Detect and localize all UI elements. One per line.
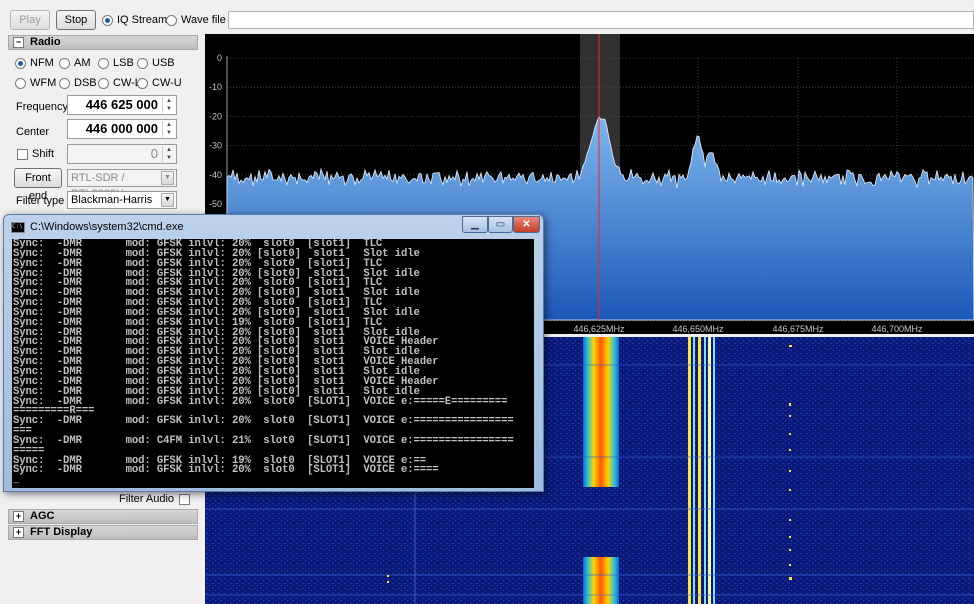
front-end-button[interactable]: Front end	[14, 168, 62, 202]
mode-label: AM	[74, 57, 91, 69]
spin-arrows-icon[interactable]: ▲ ▼	[162, 97, 175, 113]
collapse-minus-icon: −	[13, 37, 24, 48]
device-select[interactable]: RTL-SDR / RTL2832U▼	[67, 169, 177, 200]
frequency-axis-label: 446,650MHz	[672, 324, 724, 334]
frequency-axis-label: 446,700MHz	[871, 324, 923, 334]
radio-dot-icon	[59, 77, 70, 89]
mode-label: DSB	[74, 77, 97, 89]
dmr-signal-trace	[583, 557, 619, 604]
minimize-button[interactable]: ▁	[462, 216, 488, 233]
radio-section-header[interactable]: − Radio	[8, 35, 198, 50]
checkbox-icon	[17, 148, 28, 160]
checkbox-icon	[179, 493, 191, 505]
cmd-window[interactable]: C:\ C:\Windows\system32\cmd.exe ▁ ▭ ✕ Sy…	[3, 214, 544, 492]
filter-type-label: Filter type	[16, 195, 65, 207]
close-button[interactable]: ✕	[513, 216, 540, 233]
cmd-window-title: C:\Windows\system32\cmd.exe	[30, 221, 184, 233]
db-axis-label: -50	[209, 199, 222, 209]
mode-radio-nfm[interactable]: NFM	[15, 57, 54, 69]
play-button[interactable]: Play	[10, 10, 50, 30]
mode-radio-cw-l[interactable]: CW-L	[98, 77, 141, 89]
mode-radio-am[interactable]: AM	[59, 57, 91, 69]
radio-dot-icon	[166, 14, 177, 26]
frequency-value: 446 625 000	[85, 97, 158, 112]
spin-arrows-icon[interactable]: ▲ ▼	[162, 146, 175, 162]
filter-audio-checkbox[interactable]: Filter Audio	[119, 493, 191, 505]
maximize-button[interactable]: ▭	[488, 216, 513, 233]
frequency-label: Frequency	[16, 101, 68, 113]
shift-checkbox[interactable]: Shift	[17, 148, 54, 160]
db-axis-label: -10	[209, 82, 222, 92]
mode-label: LSB	[113, 57, 134, 69]
chevron-down-icon: ▼	[161, 193, 174, 207]
radio-dot-icon	[137, 57, 148, 69]
frequency-input[interactable]: 446 625 000 ▲ ▼	[67, 95, 177, 115]
console-line: Sync: -DMR mod: C4FM inlvl: 21% slot0 [S…	[13, 434, 514, 447]
db-axis-label: -20	[209, 111, 222, 121]
console-output[interactable]: Sync: -DMR mod: GFSK inlvl: 20% slot0 [s…	[12, 239, 534, 488]
radio-dot-icon	[137, 77, 148, 89]
center-label: Center	[16, 126, 50, 138]
radio-dot-icon	[98, 77, 109, 89]
db-axis-label: -30	[209, 141, 222, 151]
frequency-axis-label: 446,675MHz	[772, 324, 824, 334]
filter-type-select[interactable]: Blackman-Harris ▼	[67, 191, 177, 209]
chevron-down-icon: ▼	[161, 171, 174, 185]
radio-dot-icon	[15, 77, 26, 89]
radio-dot-icon	[59, 57, 70, 69]
iq-stream-label: IQ Stream	[117, 14, 168, 26]
radio-dot-icon	[15, 57, 26, 69]
wave-file-radio[interactable]: Wave file	[166, 14, 226, 26]
console-line: _	[13, 474, 20, 487]
fft-display-section-title: FFT Display	[30, 526, 93, 538]
wave-file-label: Wave file	[181, 14, 226, 26]
mode-label: NFM	[30, 57, 54, 69]
stop-button[interactable]: Stop	[56, 10, 96, 30]
radio-dot-icon	[98, 57, 109, 69]
shift-value: 0	[150, 146, 158, 161]
mode-radio-wfm[interactable]: WFM	[15, 77, 56, 89]
radio-dot-icon	[102, 14, 113, 26]
mode-label: WFM	[30, 77, 57, 89]
mode-label: CW-U	[152, 77, 182, 89]
fft-display-section-header[interactable]: + FFT Display	[8, 525, 198, 540]
agc-section-header[interactable]: + AGC	[8, 509, 198, 524]
mode-radio-lsb[interactable]: LSB	[98, 57, 134, 69]
db-axis-label: -40	[209, 170, 222, 180]
shift-input[interactable]: 0 ▲ ▼	[67, 144, 177, 164]
center-input[interactable]: 446 000 000 ▲ ▼	[67, 119, 177, 139]
console-line: Sync: -DMR mod: GFSK inlvl: 20% slot0 [S…	[13, 464, 439, 477]
console-line: Sync: -DMR mod: GFSK inlvl: 20% slot0 [S…	[13, 415, 514, 428]
wave-file-path-input[interactable]	[228, 11, 974, 29]
spin-arrows-icon[interactable]: ▲ ▼	[162, 121, 175, 137]
expand-plus-icon: +	[13, 511, 24, 522]
frequency-axis-label: 446,625MHz	[573, 324, 625, 334]
expand-plus-icon: +	[13, 527, 24, 538]
db-axis-label: 0	[217, 53, 222, 63]
iq-stream-radio[interactable]: IQ Stream	[102, 14, 167, 26]
mode-label: USB	[152, 57, 175, 69]
mode-radio-cw-u[interactable]: CW-U	[137, 77, 182, 89]
filter-type-value: Blackman-Harris	[71, 194, 153, 206]
agc-section-title: AGC	[30, 510, 55, 522]
mode-radio-usb[interactable]: USB	[137, 57, 175, 69]
center-value: 446 000 000	[85, 121, 158, 136]
console-app-icon: C:\	[11, 222, 25, 233]
filter-audio-label: Filter Audio	[119, 493, 175, 505]
radio-section-title: Radio	[30, 36, 61, 48]
shift-label: Shift	[32, 148, 55, 160]
mode-radio-dsb[interactable]: DSB	[59, 77, 97, 89]
dmr-signal-trace	[583, 337, 619, 487]
